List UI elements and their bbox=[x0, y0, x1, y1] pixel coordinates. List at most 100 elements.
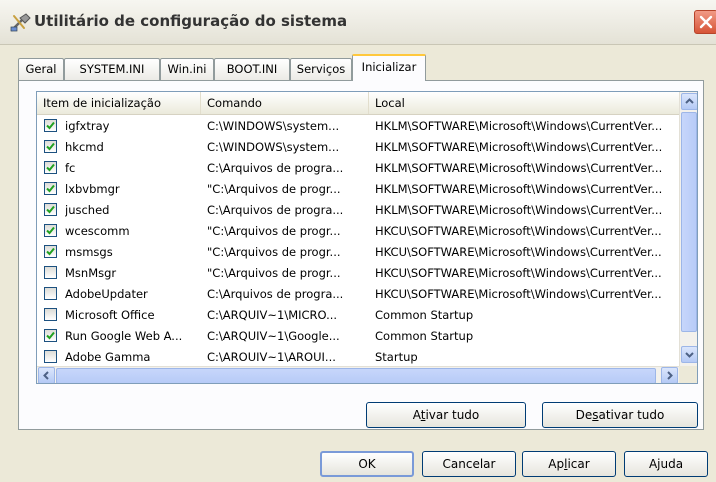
chevron-right-icon bbox=[667, 371, 673, 380]
item-command: C:\WINDOWS\system... bbox=[207, 140, 340, 154]
column-header-location[interactable]: Local bbox=[369, 92, 679, 114]
window-title: Utilitário de configuração do sistema bbox=[34, 12, 348, 30]
startup-item-checkbox[interactable] bbox=[44, 161, 57, 174]
list-header: Item de inicialização Comando Local bbox=[37, 92, 679, 115]
list-item[interactable]: jusched C:\Arquivos de progra... HKLM\SOFT… bbox=[37, 200, 679, 221]
list-item[interactable]: Adobe Gamma C:\AROUIV~1\AROUI... Startup bbox=[37, 347, 679, 366]
startup-item-checkbox[interactable] bbox=[44, 266, 57, 279]
startup-item-checkbox[interactable] bbox=[44, 308, 57, 321]
item-name: Microsoft Office bbox=[65, 308, 155, 322]
item-location: HKCU\SOFTWARE\Microsoft\Windows\CurrentV… bbox=[375, 266, 662, 280]
tab-startup[interactable]: Inicializar bbox=[352, 54, 426, 81]
chevron-left-icon bbox=[43, 371, 49, 380]
item-command: C:\AROUIV~1\AROUI... bbox=[207, 350, 336, 364]
list-item[interactable]: MsnMsgr "C:\Arquivos de progr... HKCU\SOFT… bbox=[37, 263, 679, 284]
enable-all-button[interactable]: Ativar tudo bbox=[366, 402, 526, 428]
list-rows: igfxtray C:\WINDOWS\system... HKLM\SOFTWAR… bbox=[37, 116, 679, 366]
item-name: AdobeUpdater bbox=[65, 287, 148, 301]
list-item[interactable]: msmsgs "C:\Arquivos de progr... HKCU\SOFTW… bbox=[37, 242, 679, 263]
tab-general[interactable]: Geral bbox=[18, 58, 64, 80]
vertical-scrollbar[interactable] bbox=[679, 92, 697, 366]
column-header-command[interactable]: Comando bbox=[201, 92, 369, 114]
item-location: HKLM\SOFTWARE\Microsoft\Windows\CurrentV… bbox=[375, 119, 663, 133]
item-location: HKCU\SOFTWARE\Microsoft\Windows\CurrentV… bbox=[375, 287, 662, 301]
close-button[interactable] bbox=[694, 10, 716, 34]
chevron-down-icon bbox=[685, 352, 694, 358]
item-location: HKLM\SOFTWARE\Microsoft\Windows\CurrentV… bbox=[375, 203, 663, 217]
item-location: HKLM\SOFTWARE\Microsoft\Windows\CurrentV… bbox=[375, 182, 663, 196]
item-command: C:\Arquivos de progra... bbox=[207, 161, 344, 175]
item-name: Run Google Web A... bbox=[65, 329, 183, 343]
vertical-scroll-thumb[interactable] bbox=[681, 112, 697, 332]
system-config-window: Utilitário de configuração do sistema Ge… bbox=[0, 0, 716, 482]
list-item[interactable]: wcescomm "C:\Arquivos de progr... HKCU\SOF… bbox=[37, 221, 679, 242]
startup-item-checkbox[interactable] bbox=[44, 182, 57, 195]
checkmark-icon bbox=[46, 184, 55, 193]
list-item[interactable]: hkcmd C:\WINDOWS\system... HKLM\SOFTWARE\M… bbox=[37, 137, 679, 158]
disable-all-button[interactable]: Desativar tudo bbox=[542, 402, 698, 428]
item-name: Adobe Gamma bbox=[65, 350, 151, 364]
item-command: "C:\Arquivos de progr... bbox=[207, 224, 341, 238]
scroll-down-button[interactable] bbox=[681, 346, 697, 363]
startup-item-checkbox[interactable] bbox=[44, 203, 57, 216]
horizontal-scroll-thumb[interactable] bbox=[56, 368, 656, 383]
item-command: "C:\Arquivos de progr... bbox=[207, 245, 341, 259]
ok-button[interactable]: OK bbox=[320, 451, 414, 477]
checkmark-icon bbox=[46, 247, 55, 256]
item-location: HKLM\SOFTWARE\Microsoft\Windows\CurrentV… bbox=[375, 161, 663, 175]
scrollbar-corner bbox=[679, 366, 697, 383]
msconfig-tools-icon bbox=[10, 13, 31, 32]
item-command: C:\ARQUIV~1\Google... bbox=[207, 329, 340, 343]
startup-item-checkbox[interactable] bbox=[44, 329, 57, 342]
startup-item-checkbox[interactable] bbox=[44, 140, 57, 153]
tab-boot-ini[interactable]: BOOT.INI bbox=[214, 58, 290, 80]
startup-item-checkbox[interactable] bbox=[44, 119, 57, 132]
item-location: HKLM\SOFTWARE\Microsoft\Windows\CurrentV… bbox=[375, 140, 663, 154]
checkmark-icon bbox=[46, 121, 55, 130]
tab-services[interactable]: Serviços bbox=[290, 58, 352, 80]
checkmark-icon bbox=[46, 142, 55, 151]
title-bar[interactable]: Utilitário de configuração do sistema bbox=[0, 0, 716, 45]
list-item[interactable]: AdobeUpdater C:\Arquivos de progra... HKCU… bbox=[37, 284, 679, 305]
help-button[interactable]: Ajuda bbox=[624, 451, 708, 477]
startup-list[interactable]: Item de inicialização Comando Local igfx… bbox=[36, 91, 698, 384]
item-command: C:\Arquivos de progra... bbox=[207, 287, 344, 301]
horizontal-scrollbar[interactable] bbox=[37, 366, 679, 383]
list-item[interactable]: Microsoft Office C:\ARQUIV~1\MICRO... Comm… bbox=[37, 305, 679, 326]
startup-item-checkbox[interactable] bbox=[44, 245, 57, 258]
item-name: MsnMsgr bbox=[65, 266, 117, 280]
scroll-right-button[interactable] bbox=[661, 367, 678, 383]
item-name: fc bbox=[65, 161, 76, 175]
item-command: "C:\Arquivos de progr... bbox=[207, 182, 341, 196]
column-header-item[interactable]: Item de inicialização bbox=[37, 92, 201, 114]
item-name: jusched bbox=[65, 203, 110, 217]
list-item[interactable]: lxbvbmgr "C:\Arquivos de progr... HKLM\SOF… bbox=[37, 179, 679, 200]
cancel-button[interactable]: Cancelar bbox=[422, 451, 516, 477]
item-location: HKCU\SOFTWARE\Microsoft\Windows\CurrentV… bbox=[375, 245, 662, 259]
checkmark-icon bbox=[46, 205, 55, 214]
item-name: igfxtray bbox=[65, 119, 110, 133]
checkmark-icon bbox=[46, 226, 55, 235]
apply-button[interactable]: Aplicar bbox=[522, 451, 616, 477]
item-location: HKCU\SOFTWARE\Microsoft\Windows\CurrentV… bbox=[375, 224, 662, 238]
startup-item-checkbox[interactable] bbox=[44, 287, 57, 300]
item-command: "C:\Arquivos de progr... bbox=[207, 266, 341, 280]
list-item[interactable]: fc C:\Arquivos de progra... HKLM\SOFTWARE\… bbox=[37, 158, 679, 179]
item-name: wcescomm bbox=[65, 224, 130, 238]
item-location: Common Startup bbox=[375, 308, 474, 322]
tab-system-ini[interactable]: SYSTEM.INI bbox=[64, 58, 160, 80]
scroll-up-button[interactable] bbox=[681, 93, 697, 110]
close-icon bbox=[699, 15, 713, 29]
item-name: lxbvbmgr bbox=[65, 182, 120, 196]
scroll-left-button[interactable] bbox=[38, 367, 55, 383]
tab-win-ini[interactable]: Win.ini bbox=[160, 58, 214, 80]
item-location: Startup bbox=[375, 350, 418, 364]
item-command: C:\WINDOWS\system... bbox=[207, 119, 340, 133]
list-item[interactable]: Run Google Web A... C:\ARQUIV~1\Google...… bbox=[37, 326, 679, 347]
list-item[interactable]: igfxtray C:\WINDOWS\system... HKLM\SOFTWAR… bbox=[37, 116, 679, 137]
item-location: Common Startup bbox=[375, 329, 474, 343]
startup-item-checkbox[interactable] bbox=[44, 224, 57, 237]
startup-item-checkbox[interactable] bbox=[44, 350, 57, 363]
item-command: C:\Arquivos de progra... bbox=[207, 203, 344, 217]
item-command: C:\ARQUIV~1\MICRO... bbox=[207, 308, 338, 322]
